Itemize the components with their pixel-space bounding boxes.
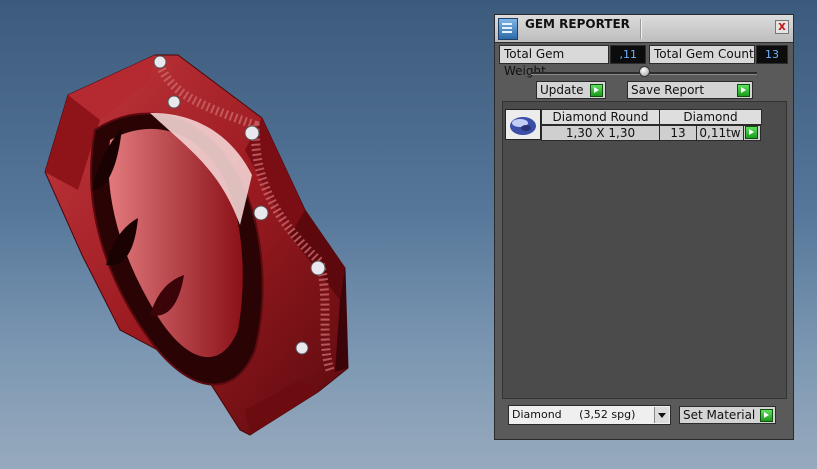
gem-reporter-app-icon <box>498 18 518 40</box>
update-button-label: Update <box>540 83 584 97</box>
play-arrow-icon <box>745 126 758 139</box>
gem-shape: Diamond Round <box>541 109 660 125</box>
play-arrow-icon <box>737 84 750 97</box>
3d-viewport[interactable] <box>0 0 490 469</box>
gem-count: 13 <box>659 125 697 141</box>
save-report-button-label: Save Report <box>631 83 705 97</box>
material-select-value: Diamond (3,52 spg) <box>512 408 636 421</box>
total-gem-weight-value: ,11 <box>610 45 646 64</box>
panel-title: GEM REPORTER <box>525 17 630 31</box>
gem-list <box>502 101 787 399</box>
gem-reporter-panel: GEM REPORTER x Total Gem Weight ,11 Tota… <box>494 14 794 440</box>
total-gem-weight-label: Total Gem Weight <box>499 45 609 78</box>
title-divider <box>640 19 642 39</box>
gem-weight: 0,11tw <box>696 125 744 141</box>
save-report-button[interactable]: Save Report <box>627 81 753 99</box>
gem-row-go-button[interactable] <box>743 125 761 141</box>
close-button[interactable]: x <box>775 20 789 34</box>
ring-model <box>44 54 349 436</box>
chevron-down-icon[interactable] <box>654 407 669 423</box>
material-select[interactable]: Diamond (3,52 spg) <box>508 405 671 425</box>
gem-material: Diamond <box>659 109 762 125</box>
update-button[interactable]: Update <box>536 81 606 99</box>
set-material-button[interactable]: Set Material <box>679 406 776 424</box>
gem-size: 1,30 X 1,30 <box>541 125 660 141</box>
play-arrow-icon <box>590 84 603 97</box>
slider-knob[interactable] <box>639 66 650 77</box>
diamond-round-icon <box>505 109 541 140</box>
total-gem-count-label: Total Gem Count <box>649 45 755 64</box>
set-material-button-label: Set Material <box>683 408 756 422</box>
title-bar[interactable]: GEM REPORTER x <box>495 15 793 43</box>
total-gem-count-value: 13 <box>756 45 788 64</box>
play-arrow-icon <box>760 409 773 422</box>
